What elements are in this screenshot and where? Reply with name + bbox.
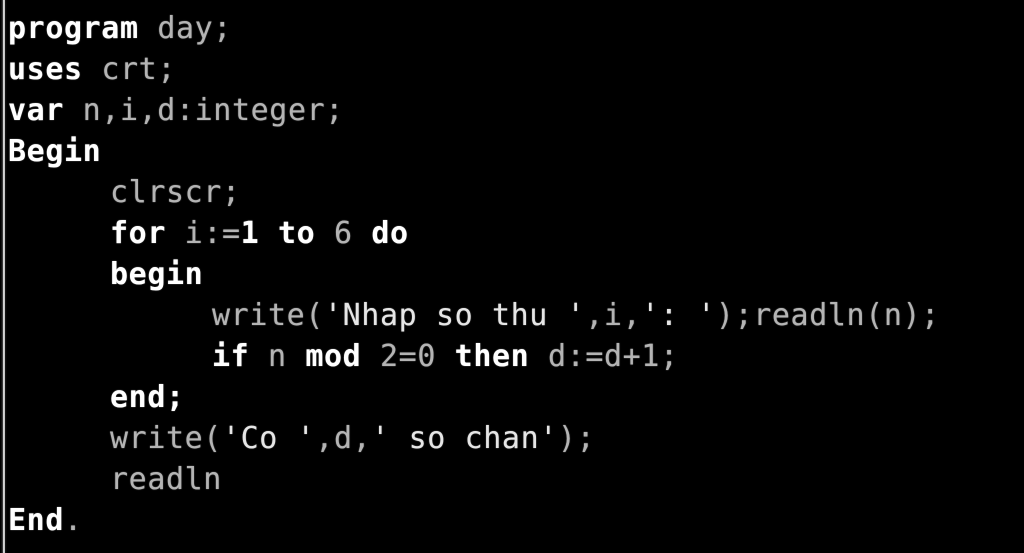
code-token-id: [436, 339, 455, 374]
code-token-kw: begin: [110, 257, 204, 292]
code-line[interactable]: clrscr;: [110, 172, 241, 213]
code-line[interactable]: program day;: [8, 8, 232, 49]
code-line[interactable]: for i:=1 to 6 do: [110, 213, 409, 254]
code-editor-screen: program day; uses crt; var n,i,d:integer; B…: [0, 0, 1024, 553]
code-token-id: 2=0: [380, 339, 436, 374]
code-token-id: n: [249, 339, 306, 374]
code-line[interactable]: write('Co ',d,' so chan');: [110, 418, 595, 459]
code-token-id: [315, 216, 334, 251]
code-token-str: ': ': [641, 298, 716, 333]
code-line[interactable]: End.: [8, 500, 83, 541]
code-token-id: [361, 339, 380, 374]
code-token-kw: do: [371, 216, 409, 251]
code-token-id: d:=d+1;: [529, 339, 679, 374]
code-token-kw: mod: [305, 339, 362, 374]
code-token-id: clrscr;: [110, 175, 241, 210]
code-token-id: write(: [110, 421, 222, 456]
code-text-area[interactable]: program day; uses crt; var n,i,d:integer; B…: [0, 0, 1024, 553]
code-token-id: [353, 216, 372, 251]
code-token-id: n,i,d:integer;: [64, 93, 344, 128]
code-token-id: .: [64, 503, 83, 538]
code-token-id: i:=: [184, 216, 241, 251]
code-token-id: );: [557, 421, 596, 456]
code-token-kw: to: [278, 216, 316, 251]
code-token-kw: if: [212, 339, 250, 374]
code-token-kw: End: [8, 503, 64, 538]
code-token-kw: var: [8, 93, 64, 128]
code-token-id: ,i,: [585, 298, 642, 333]
code-token-kw: program: [8, 11, 139, 46]
code-token-id: day;: [157, 11, 232, 46]
code-token-id: [259, 216, 278, 251]
code-token-id: ,d,: [315, 421, 372, 456]
code-line[interactable]: begin: [110, 254, 203, 295]
code-token-id: write(: [212, 298, 324, 333]
code-token-kw: 1: [240, 216, 260, 251]
code-line[interactable]: write('Nhap so thu ',i,': ');readln(n);: [212, 295, 940, 336]
code-token-id: readln: [110, 462, 222, 497]
code-token-id: [83, 52, 102, 87]
code-token-id: crt;: [101, 52, 176, 87]
code-token-kw: end;: [110, 380, 185, 415]
code-token-id: [166, 216, 185, 251]
code-token-id: );readln(n);: [715, 298, 940, 333]
code-token-id: 6: [334, 216, 353, 251]
code-token-str: 'Co ': [221, 421, 316, 456]
code-token-kw: then: [454, 339, 530, 374]
code-line[interactable]: Begin: [8, 131, 101, 172]
code-token-str: ' so chan': [371, 421, 558, 456]
code-line[interactable]: readln: [110, 459, 222, 500]
code-line[interactable]: end;: [110, 377, 185, 418]
code-token-kw: Begin: [8, 134, 102, 169]
code-line[interactable]: var n,i,d:integer;: [8, 90, 344, 131]
code-token-str: 'Nhap so thu ': [323, 298, 586, 333]
code-token-kw: uses: [8, 52, 83, 87]
code-line[interactable]: uses crt;: [8, 49, 176, 90]
code-token-kw: for: [110, 216, 166, 251]
code-token-id: [139, 11, 158, 46]
code-line[interactable]: if n mod 2=0 then d:=d+1;: [212, 336, 679, 377]
